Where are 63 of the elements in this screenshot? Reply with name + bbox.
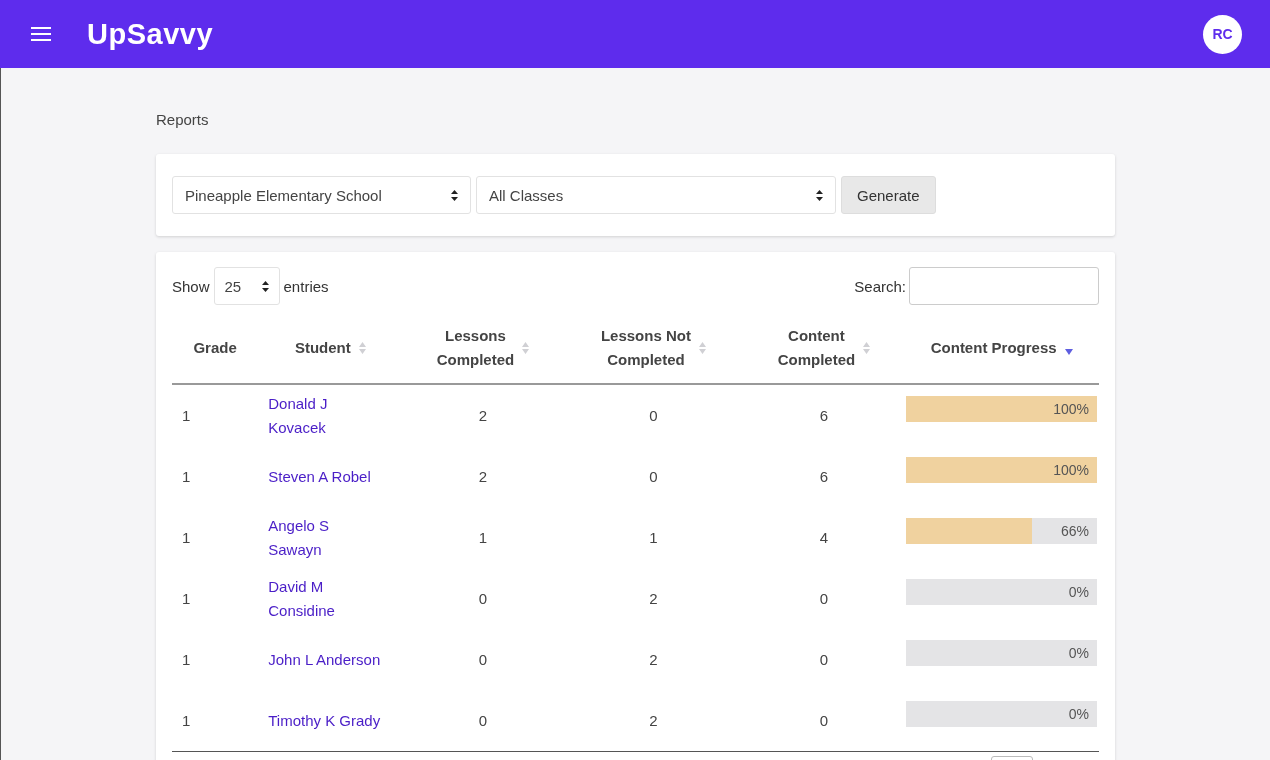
lessons-completed-cell: 0 xyxy=(478,651,488,668)
grade-cell: 1 xyxy=(182,712,191,729)
column-header[interactable]: Content Completed xyxy=(777,324,856,372)
lessons-completed-cell: 1 xyxy=(478,529,488,546)
caret-icon xyxy=(261,280,269,292)
column-header[interactable]: Student xyxy=(294,336,351,360)
progress-value: 100% xyxy=(1053,461,1090,478)
search-field[interactable] xyxy=(909,267,1099,305)
lessons-completed-cell: 2 xyxy=(478,468,488,485)
school-select[interactable]: Pineapple Elementary School xyxy=(172,176,471,214)
class-select[interactable]: All Classes xyxy=(476,176,836,214)
lessons-completed-cell: 0 xyxy=(478,590,488,607)
student-link[interactable]: Timothy K Grady xyxy=(268,708,381,733)
lessons-not-completed-cell: 0 xyxy=(649,468,658,485)
content-completed-cell: 0 xyxy=(819,651,829,668)
sort-descending-icon[interactable] xyxy=(1064,349,1073,355)
grade-cell: 1 xyxy=(182,407,191,424)
progress-value: 0% xyxy=(1068,705,1090,722)
column-header[interactable]: Grade xyxy=(193,336,237,360)
grade-cell: 1 xyxy=(182,468,191,485)
sort-icon[interactable] xyxy=(358,341,366,355)
grade-cell: 1 xyxy=(182,529,191,546)
entries-label: entries xyxy=(283,277,329,295)
student-link[interactable]: John L Anderson xyxy=(268,647,381,672)
lessons-completed-cell: 0 xyxy=(478,712,488,729)
lessons-not-completed-cell: 1 xyxy=(649,529,658,546)
lessons-not-completed-cell: 2 xyxy=(649,651,658,668)
lessons-not-completed-cell: 2 xyxy=(649,590,658,607)
column-header[interactable]: Lessons Not Completed xyxy=(600,324,691,372)
content-completed-cell: 0 xyxy=(819,712,829,729)
sort-icon[interactable] xyxy=(698,341,706,355)
content-completed-cell: 6 xyxy=(819,407,829,424)
grade-cell: 1 xyxy=(182,651,191,668)
column-header[interactable]: Content Progress xyxy=(930,336,1057,360)
content-completed-cell: 4 xyxy=(819,529,829,546)
menu-icon xyxy=(30,26,52,42)
column-header[interactable]: Lessons Completed xyxy=(436,324,515,372)
generate-button[interactable]: Generate xyxy=(841,176,936,214)
show-label: Show xyxy=(172,277,210,295)
brand-logo[interactable]: UpSavvy xyxy=(87,17,213,51)
sort-icon[interactable] xyxy=(863,341,871,355)
page-title: Reports xyxy=(156,111,209,128)
student-link[interactable]: David M Considine xyxy=(268,574,335,623)
student-link[interactable]: Angelo S Sawayn xyxy=(268,513,330,562)
progress-value: 66% xyxy=(1060,522,1090,539)
grade-cell: 1 xyxy=(182,590,191,607)
student-link[interactable]: Steven A Robel xyxy=(268,464,371,489)
progress-value: 100% xyxy=(1053,400,1090,417)
caret-icon xyxy=(816,189,823,201)
content-completed-cell: 0 xyxy=(819,590,829,607)
caret-icon xyxy=(451,189,458,201)
progress-value: 0% xyxy=(1068,644,1090,661)
lessons-not-completed-cell: 0 xyxy=(649,407,658,424)
menu-button[interactable] xyxy=(30,26,52,42)
lessons-completed-cell: 2 xyxy=(478,407,488,424)
content-completed-cell: 6 xyxy=(819,468,829,485)
search-label: Search: xyxy=(854,277,906,295)
lessons-not-completed-cell: 2 xyxy=(649,712,658,729)
user-avatar[interactable]: RC xyxy=(1203,14,1242,54)
page-size-select[interactable]: 25 xyxy=(213,267,280,305)
sort-icon[interactable] xyxy=(522,341,530,355)
student-link[interactable]: Donald J Kovacek xyxy=(268,391,328,440)
progress-value: 0% xyxy=(1068,583,1090,600)
